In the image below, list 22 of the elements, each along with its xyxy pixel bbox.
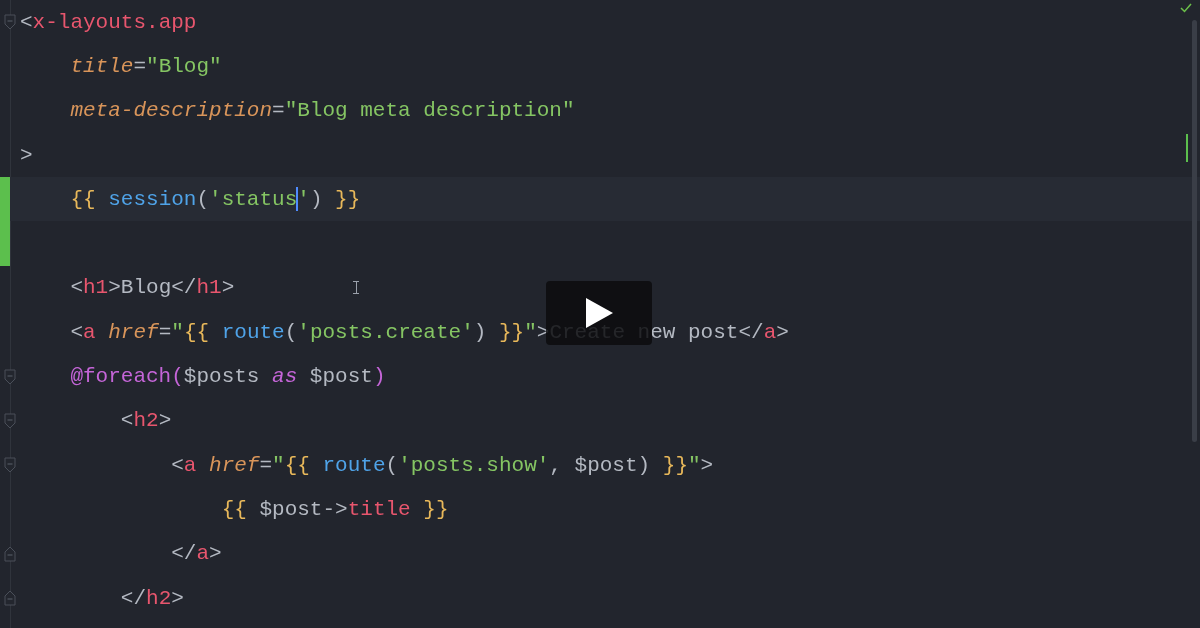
checkmark-icon bbox=[1180, 3, 1192, 13]
code-line: </h2> bbox=[119, 587, 184, 609]
fold-icon[interactable] bbox=[4, 368, 16, 385]
fold-icon[interactable] bbox=[4, 14, 16, 31]
fold-icon[interactable] bbox=[4, 545, 16, 562]
fold-icon[interactable] bbox=[4, 412, 16, 429]
text-cursor-icon bbox=[353, 281, 359, 294]
code-line: @foreach($posts as $post) bbox=[69, 366, 386, 387]
fold-icon[interactable] bbox=[4, 457, 16, 474]
code-line: {{ session('status') }} bbox=[69, 187, 361, 212]
code-line: </a> bbox=[170, 543, 222, 565]
change-marker bbox=[1186, 134, 1188, 162]
fold-icon[interactable] bbox=[4, 590, 16, 606]
code-line: <h2> bbox=[119, 410, 172, 432]
code-line: title="Blog" bbox=[69, 55, 222, 77]
code-line: <h1>Blog</h1> bbox=[69, 277, 235, 299]
code-line: > bbox=[20, 144, 33, 166]
code-line: meta-description="Blog meta description" bbox=[69, 100, 575, 122]
code-line: <a href="{{ route('posts.show', $post) }}"> bbox=[170, 454, 714, 476]
code-line: {{ $post->title }} bbox=[220, 498, 449, 520]
code-line: <x-layouts.app bbox=[20, 11, 197, 33]
scrollbar[interactable] bbox=[1192, 20, 1197, 442]
